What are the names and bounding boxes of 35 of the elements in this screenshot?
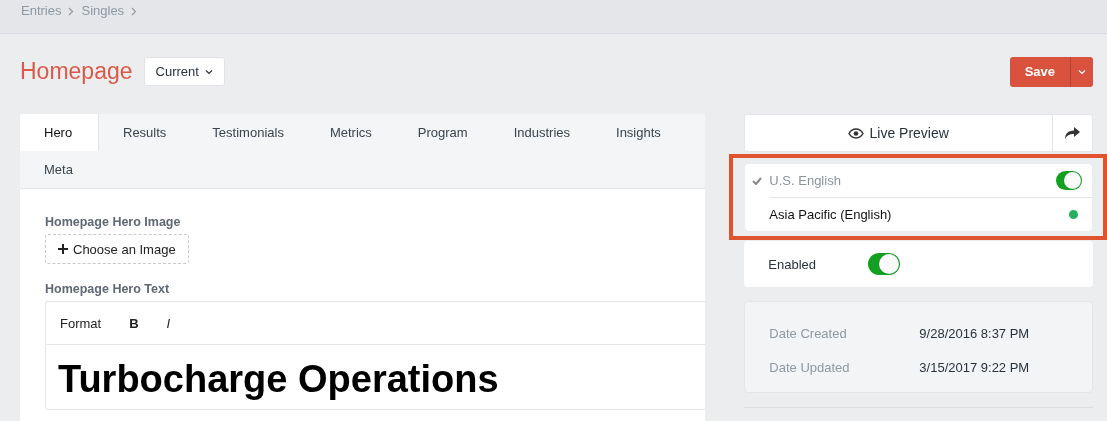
meta-value: 3/15/2017 9:22 PM — [919, 359, 1030, 375]
chevron-right-icon — [68, 7, 75, 16]
tab[interactable]: Insights — [592, 114, 683, 151]
page-title: Homepage — [20, 58, 133, 85]
site-toggle[interactable] — [1056, 171, 1082, 190]
toolbar-button[interactable]: Format — [60, 315, 102, 331]
meta-label: Date Updated — [769, 359, 851, 375]
rich-text-editor[interactable]: Format B I Turbocharge Operations — [45, 301, 706, 410]
eye-icon — [848, 127, 865, 139]
toolbar-button[interactable]: B — [129, 315, 139, 331]
field-label: Homepage Hero Text — [45, 282, 171, 296]
save-button[interactable]: Save — [1009, 56, 1070, 87]
tab[interactable]: Testimonials — [188, 114, 306, 151]
tab[interactable]: Results — [99, 114, 189, 151]
tab[interactable]: Industries — [489, 114, 592, 151]
field-label: Homepage Hero Image — [45, 215, 182, 229]
caret-icon — [204, 68, 213, 75]
editor-heading: Turbocharge Operations — [58, 359, 500, 399]
chevron-right-icon — [131, 7, 138, 16]
site-name[interactable]: Asia Pacific (English) — [769, 207, 1069, 222]
tab[interactable]: Metrics — [305, 114, 394, 151]
tab[interactable]: Hero — [20, 114, 99, 151]
save-menu-button[interactable] — [1070, 56, 1093, 87]
revision-dropdown[interactable]: Current — [143, 57, 225, 86]
plus-icon — [58, 244, 68, 254]
enabled-label: Enabled — [768, 256, 818, 272]
caret-icon — [1078, 68, 1086, 75]
tab[interactable]: Meta — [20, 151, 95, 188]
toolbar-button[interactable]: I — [166, 315, 171, 331]
meta-value: 9/28/2016 8:37 PM — [919, 325, 1030, 341]
choose-image-button[interactable]: Choose an Image — [45, 234, 189, 264]
share-arrow-icon — [1065, 127, 1080, 139]
tab[interactable]: Program — [393, 114, 490, 151]
meta-label: Date Created — [769, 325, 848, 341]
enabled-toggle[interactable] — [868, 253, 901, 275]
